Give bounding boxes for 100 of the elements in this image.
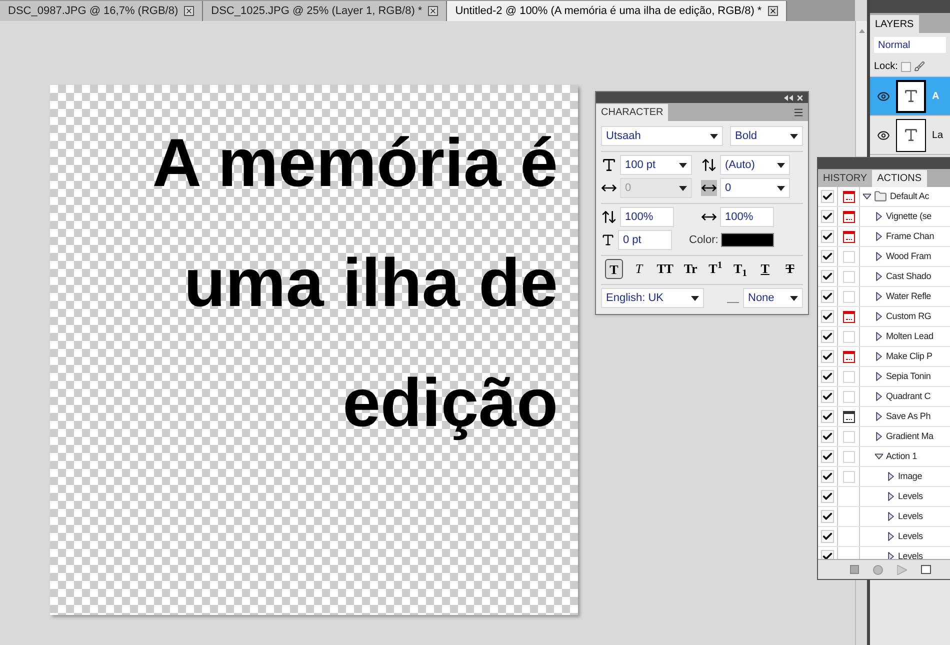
action-item[interactable]: Molten Lead <box>886 330 934 344</box>
checkbox[interactable] <box>821 370 834 383</box>
checkbox[interactable] <box>821 350 834 363</box>
checkbox[interactable] <box>821 470 834 483</box>
font-size-dropdown[interactable]: 100 pt <box>620 155 692 175</box>
collapsed-triangle-icon[interactable] <box>875 212 883 221</box>
anti-alias-dropdown[interactable]: None <box>743 288 803 308</box>
dropdown-arrow-icon[interactable] <box>790 134 798 138</box>
expanded-triangle-icon[interactable] <box>875 452 883 461</box>
language-dropdown[interactable]: English: UK <box>601 288 704 308</box>
tracking-dropdown[interactable]: 0 <box>720 178 790 198</box>
checkbox[interactable] <box>821 250 834 263</box>
checkbox[interactable] <box>821 450 834 463</box>
dropdown-arrow-icon[interactable] <box>710 134 718 138</box>
dialog-toggle[interactable] <box>842 310 854 322</box>
collapsed-triangle-icon[interactable] <box>887 472 895 481</box>
dialog-toggle[interactable] <box>842 410 854 422</box>
checkbox[interactable] <box>821 290 834 303</box>
text-style-button[interactable]: T <box>630 259 648 279</box>
panel-menu-icon[interactable] <box>793 107 804 118</box>
font-style-dropdown[interactable]: Bold <box>730 126 803 146</box>
collapsed-triangle-icon[interactable] <box>887 492 895 501</box>
dialog-toggle[interactable] <box>842 230 854 242</box>
dialog-toggle[interactable] <box>842 190 854 202</box>
action-item[interactable]: Default Ac <box>890 190 930 204</box>
collapsed-triangle-icon[interactable] <box>875 272 883 281</box>
checkbox[interactable] <box>821 510 834 523</box>
checkbox[interactable] <box>821 330 834 343</box>
text-style-button[interactable]: T <box>605 259 623 279</box>
checkbox[interactable] <box>821 190 834 203</box>
panel-tab[interactable]: HISTORY <box>818 170 872 187</box>
eye-icon[interactable] <box>876 128 890 142</box>
blend-mode-field[interactable]: Normal <box>874 37 946 53</box>
dropdown-arrow-icon[interactable] <box>679 162 687 168</box>
collapsed-triangle-icon[interactable] <box>875 252 883 261</box>
text-style-button[interactable]: Tr <box>682 259 700 279</box>
baseline-shift-field[interactable]: 0 pt <box>618 230 672 250</box>
action-item[interactable]: Levels <box>898 510 923 524</box>
action-item[interactable]: Levels <box>898 490 923 504</box>
collapsed-triangle-icon[interactable] <box>875 352 883 361</box>
checkbox[interactable] <box>821 210 834 223</box>
vertical-scale-field[interactable]: 100% <box>620 207 674 227</box>
text-style-button[interactable]: T$^{1}$ <box>706 259 724 279</box>
collapsed-triangle-icon[interactable] <box>875 292 883 301</box>
close-icon[interactable] <box>428 6 438 16</box>
layer-name[interactable]: La <box>932 128 944 142</box>
collapsed-triangle-icon[interactable] <box>887 552 895 559</box>
action-item[interactable]: Custom RG <box>886 310 932 324</box>
checkbox[interactable] <box>821 230 834 243</box>
text-style-button[interactable]: TT <box>654 259 675 279</box>
checkbox[interactable] <box>821 390 834 403</box>
text-style-button[interactable]: T$_{1}$ <box>731 259 750 279</box>
dialog-toggle[interactable] <box>842 210 854 222</box>
action-item[interactable]: Water Refle <box>886 290 931 304</box>
color-swatch[interactable] <box>721 233 774 247</box>
expanded-triangle-icon[interactable] <box>863 192 871 201</box>
collapsed-triangle-icon[interactable] <box>875 232 883 241</box>
checkbox[interactable] <box>821 270 834 283</box>
action-item[interactable]: Vignette (se <box>886 210 932 224</box>
action-item[interactable]: Wood Fram <box>886 250 932 264</box>
character-tab[interactable]: CHARACTER <box>596 104 668 121</box>
font-family-dropdown[interactable]: Utsaah <box>601 126 723 146</box>
dropdown-arrow-icon[interactable] <box>777 162 785 168</box>
collapsed-triangle-icon[interactable] <box>887 512 895 521</box>
dropdown-arrow-icon[interactable] <box>790 296 798 300</box>
text-style-button[interactable]: T <box>780 259 799 279</box>
collapsed-triangle-icon[interactable] <box>887 532 895 541</box>
checkbox[interactable] <box>821 410 834 423</box>
action-item[interactable]: Sepia Tonin <box>886 370 931 384</box>
close-icon[interactable] <box>184 6 194 16</box>
action-item[interactable]: Save As Ph <box>886 410 931 424</box>
dropdown-arrow-icon[interactable] <box>691 296 699 300</box>
close-icon[interactable] <box>768 6 778 16</box>
action-item[interactable]: Action 1 <box>886 450 917 464</box>
collapsed-triangle-icon[interactable] <box>875 372 883 381</box>
checkbox[interactable] <box>821 430 834 443</box>
eye-icon[interactable] <box>876 90 890 102</box>
collapsed-triangle-icon[interactable] <box>875 392 883 401</box>
collapsed-triangle-icon[interactable] <box>875 332 883 341</box>
collapsed-triangle-icon[interactable] <box>875 432 883 441</box>
document-tab[interactable]: Untitled-2 @ 100% (A memória é uma ilha de edição, RGB/8) * <box>447 1 787 21</box>
action-item[interactable]: Make Clip P <box>886 350 932 364</box>
collapsed-triangle-icon[interactable] <box>875 312 883 321</box>
brush-icon[interactable] <box>914 61 925 72</box>
collapse-icon[interactable] <box>784 94 793 100</box>
action-item[interactable]: Frame Chan <box>886 230 934 244</box>
action-item[interactable]: Quadrant C <box>886 390 931 404</box>
action-item[interactable]: Gradient Ma <box>886 430 934 444</box>
document-tab[interactable]: DSC_1025.JPG @ 25% (Layer 1, RGB/8) * <box>203 1 448 21</box>
layer-row[interactable]: La <box>870 116 950 155</box>
dialog-toggle[interactable] <box>842 350 854 362</box>
action-item[interactable]: Levels <box>898 550 923 559</box>
text-style-button[interactable]: T <box>756 259 774 279</box>
horizontal-scale-field[interactable]: 100% <box>720 207 774 227</box>
checkbox[interactable] <box>821 490 834 503</box>
layers-tab[interactable]: LAYERS <box>870 15 919 33</box>
leading-dropdown[interactable]: (Auto) <box>720 155 790 175</box>
action-item[interactable]: Cast Shado <box>886 270 932 284</box>
checkbox[interactable] <box>821 310 834 323</box>
scrollbar[interactable] <box>856 21 867 156</box>
